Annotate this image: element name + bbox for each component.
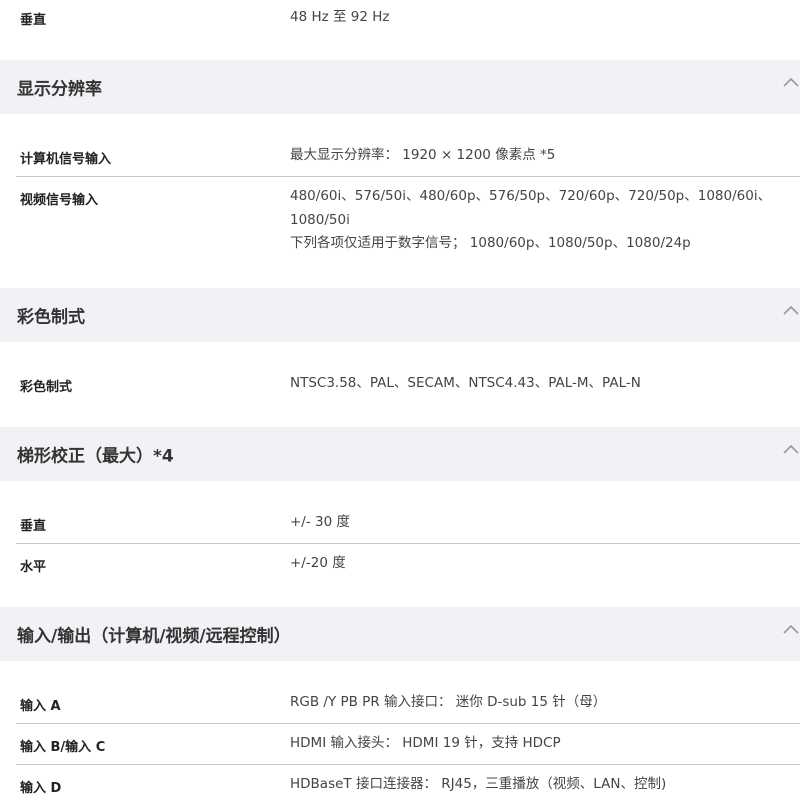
spec-label: 计算机信号输入	[20, 152, 112, 167]
row-divider	[16, 764, 800, 765]
spec-value-line: +/- 30 度	[290, 514, 350, 530]
spec-value: 最大显示分辨率： 1920 × 1200 像素点 *5	[290, 144, 790, 168]
spec-label: 彩色制式	[20, 380, 73, 395]
spec-row-color-system: 彩色制式 NTSC3.58、PAL、SECAM、NTSC4.43、PAL-M、P…	[0, 372, 800, 396]
spec-row-computer-input: 计算机信号输入 最大显示分辨率： 1920 × 1200 像素点 *5	[0, 144, 800, 168]
section-header-resolution[interactable]: 显示分辨率	[0, 60, 800, 114]
spec-value: +/- 30 度	[290, 511, 790, 535]
spec-label: 垂直	[20, 13, 47, 28]
row-divider	[16, 176, 800, 177]
spec-label: 视频信号输入	[20, 193, 99, 208]
spec-row-input-a: 输入 A RGB /Y PB PR 输入接口： 迷你 D-sub 15 针（母）	[0, 691, 800, 715]
spec-value-line: HDBaseT 接口连接器： RJ45，三重播放（视频、LAN、控制)	[290, 776, 667, 792]
spec-page: 垂直 48 Hz 至 92 Hz 显示分辨率 计算机信号输入 最大显示分辨率： …	[0, 0, 800, 800]
spec-label: 水平	[20, 560, 47, 575]
spec-row-video-input: 视频信号输入 480/60i、576/50i、480/60p、576/50p、7…	[0, 185, 800, 257]
spec-value-line: RGB /Y PB PR 输入接口： 迷你 D-sub 15 针（母）	[290, 694, 607, 710]
section-header-color-system[interactable]: 彩色制式	[0, 288, 800, 342]
spec-row-input-bc: 输入 B/输入 C HDMI 输入接头： HDMI 19 针，支持 HDCP	[0, 732, 800, 756]
spec-value: HDBaseT 接口连接器： RJ45，三重播放（视频、LAN、控制)	[290, 773, 790, 797]
spec-value: 48 Hz 至 92 Hz	[290, 6, 790, 30]
chevron-up-icon[interactable]	[782, 443, 800, 455]
spec-value-line: NTSC3.58、PAL、SECAM、NTSC4.43、PAL-M、PAL-N	[290, 375, 641, 391]
spec-value: NTSC3.58、PAL、SECAM、NTSC4.43、PAL-M、PAL-N	[290, 372, 790, 396]
spec-value-line: 下列各项仅适用于数字信号； 1080/60p、1080/50p、1080/24p	[290, 235, 691, 251]
spec-row-input-d: 输入 D HDBaseT 接口连接器： RJ45，三重播放（视频、LAN、控制)	[0, 773, 800, 797]
spec-value-line: 480/60i、576/50i、480/60p、576/50p、720/60p、…	[290, 188, 772, 204]
spec-value: 480/60i、576/50i、480/60p、576/50p、720/60p、…	[290, 185, 790, 256]
spec-row-keystone-vertical: 垂直 +/- 30 度	[0, 511, 800, 535]
row-divider	[16, 543, 800, 544]
spec-value: RGB /Y PB PR 输入接口： 迷你 D-sub 15 针（母）	[290, 691, 790, 715]
spec-label: 垂直	[20, 519, 47, 534]
spec-label: 输入 D	[20, 781, 62, 796]
section-title: 梯形校正（最大）*4	[17, 446, 174, 467]
chevron-up-icon[interactable]	[782, 304, 800, 316]
spec-row-keystone-horizontal: 水平 +/-20 度	[0, 552, 800, 576]
spec-label: 输入 A	[20, 699, 61, 714]
section-title: 彩色制式	[17, 307, 85, 328]
spec-value: +/-20 度	[290, 552, 790, 576]
spec-label: 输入 B/输入 C	[20, 740, 106, 755]
chevron-up-icon[interactable]	[782, 76, 800, 88]
row-divider	[16, 723, 800, 724]
spec-value-line: 48 Hz 至 92 Hz	[290, 9, 390, 25]
spec-value-line: +/-20 度	[290, 555, 346, 571]
spec-value-line: 最大显示分辨率： 1920 × 1200 像素点 *5	[290, 147, 556, 163]
section-header-io[interactable]: 输入/输出（计算机/视频/远程控制）	[0, 607, 800, 661]
section-title: 输入/输出（计算机/视频/远程控制）	[17, 626, 291, 647]
chevron-up-icon[interactable]	[782, 623, 800, 635]
spec-row-vertical-frequency: 垂直 48 Hz 至 92 Hz	[0, 6, 800, 28]
section-title: 显示分辨率	[17, 79, 102, 100]
spec-value-line: 1080/50i	[290, 211, 350, 228]
section-header-keystone[interactable]: 梯形校正（最大）*4	[0, 427, 800, 481]
spec-value-line: HDMI 输入接头： HDMI 19 针，支持 HDCP	[290, 735, 561, 751]
spec-value: HDMI 输入接头： HDMI 19 针，支持 HDCP	[290, 732, 790, 756]
